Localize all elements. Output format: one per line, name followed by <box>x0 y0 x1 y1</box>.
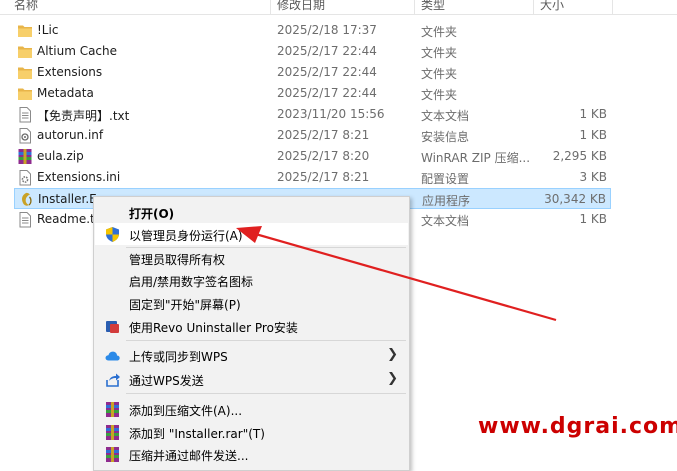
arrow-head <box>236 226 262 243</box>
annotation-arrow <box>236 226 557 322</box>
watermark: www.dgrai.com <box>478 414 677 439</box>
arrow-line <box>251 231 557 322</box>
